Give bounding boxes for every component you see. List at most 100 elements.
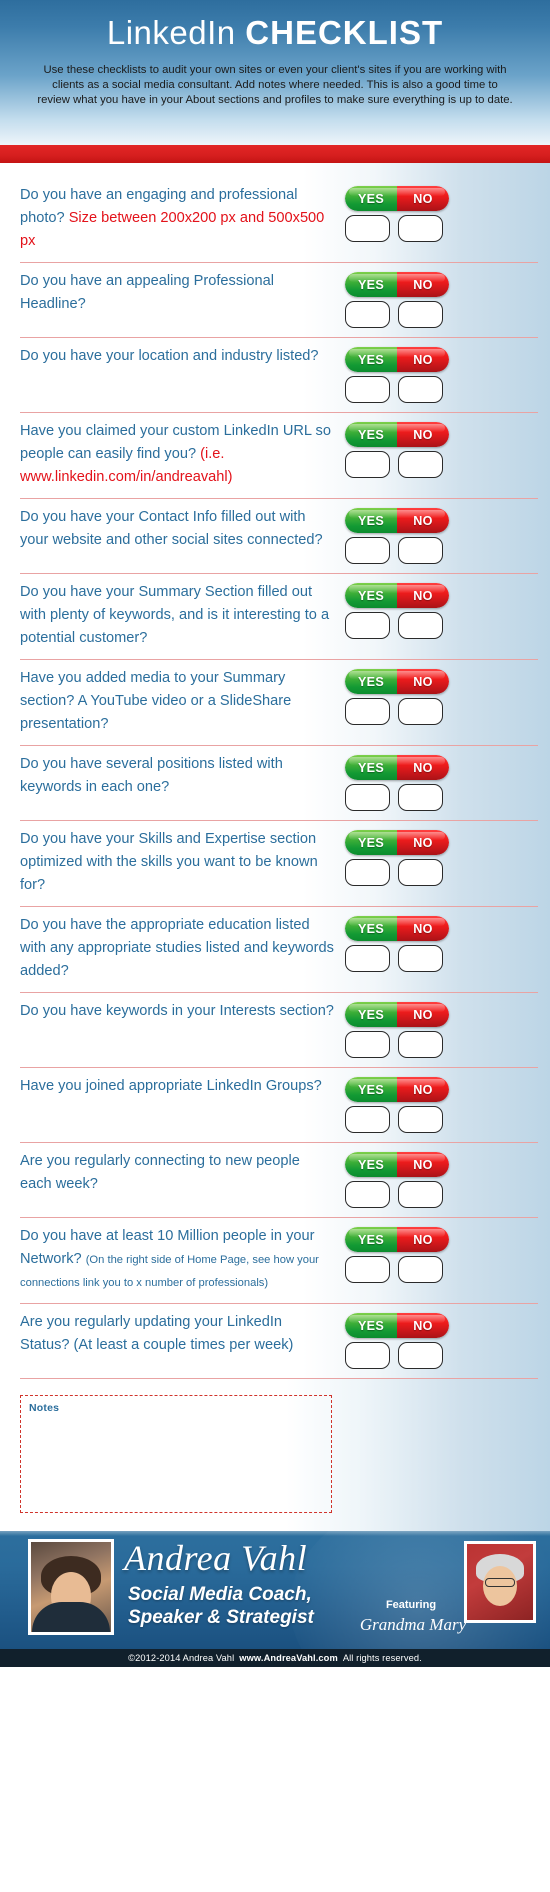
answer-controls: YES NO: [345, 506, 463, 564]
yes-checkbox[interactable]: [345, 537, 390, 564]
no-checkbox[interactable]: [398, 451, 443, 478]
yes-label: YES: [345, 422, 397, 447]
yes-no-pill: YES NO: [345, 583, 449, 608]
page-title-thin: LinkedIn: [106, 14, 236, 51]
notes-section: Notes: [0, 1379, 550, 1531]
yes-checkbox[interactable]: [345, 1181, 390, 1208]
question-main: Are you regularly updating your LinkedIn…: [20, 1314, 294, 1353]
no-checkbox[interactable]: [398, 1181, 443, 1208]
question-text: Do you have at least 10 Million people i…: [20, 1225, 345, 1294]
question-main: Have you joined appropriate LinkedIn Gro…: [20, 1078, 322, 1094]
yes-no-pill: YES NO: [345, 508, 449, 533]
answer-controls: YES NO: [345, 345, 463, 403]
brand-role-line2: Speaker & Strategist: [128, 1607, 314, 1628]
answer-controls: YES NO: [345, 753, 463, 811]
no-checkbox[interactable]: [398, 698, 443, 725]
no-checkbox[interactable]: [398, 784, 443, 811]
no-checkbox[interactable]: [398, 1342, 443, 1369]
question-text: Do you have an appealing Professional He…: [20, 270, 345, 316]
yes-checkbox[interactable]: [345, 451, 390, 478]
checkbox-pair: [345, 698, 463, 725]
brand-name: Andrea Vahl: [124, 1538, 308, 1578]
answer-controls: YES NO: [345, 1150, 463, 1208]
no-checkbox[interactable]: [398, 537, 443, 564]
no-checkbox[interactable]: [398, 1256, 443, 1283]
yes-no-pill: YES NO: [345, 1002, 449, 1027]
no-label: NO: [397, 916, 449, 941]
intro-paragraph: Use these checklists to audit your own s…: [37, 64, 513, 107]
checkbox-pair: [345, 859, 463, 886]
answer-controls: YES NO: [345, 914, 463, 972]
no-label: NO: [397, 1313, 449, 1338]
checkbox-pair: [345, 537, 463, 564]
no-checkbox[interactable]: [398, 215, 443, 242]
question-text: Have you added media to your Summary sec…: [20, 667, 345, 736]
question-text: Do you have the appropriate education li…: [20, 914, 345, 983]
answer-controls: YES NO: [345, 270, 463, 328]
question-main: Have you claimed your custom LinkedIn UR…: [20, 423, 331, 462]
yes-checkbox[interactable]: [345, 945, 390, 972]
question-main: Do you have your location and industry l…: [20, 348, 319, 364]
checkbox-pair: [345, 1031, 463, 1058]
checklist-item: Are you regularly connecting to new peop…: [20, 1143, 538, 1218]
checklist-item: Do you have at least 10 Million people i…: [20, 1218, 538, 1304]
checkbox-pair: [345, 1256, 463, 1283]
yes-checkbox[interactable]: [345, 215, 390, 242]
question-main: Do you have keywords in your Interests s…: [20, 1003, 334, 1019]
no-label: NO: [397, 1002, 449, 1027]
question-text: Do you have several positions listed wit…: [20, 753, 345, 799]
checklist-item: Do you have your Skills and Expertise se…: [20, 821, 538, 907]
no-label: NO: [397, 422, 449, 447]
header: LinkedIn CHECKLIST Use these checklists …: [0, 0, 550, 145]
yes-checkbox[interactable]: [345, 612, 390, 639]
checkbox-pair: [345, 1181, 463, 1208]
copyright-right: All rights reserved.: [342, 1653, 422, 1663]
checklist-items: Do you have an engaging and professional…: [0, 163, 550, 1379]
checklist-item: Have you added media to your Summary sec…: [20, 660, 538, 746]
no-checkbox[interactable]: [398, 1106, 443, 1133]
checklist-item: Have you joined appropriate LinkedIn Gro…: [20, 1068, 538, 1143]
answer-controls: YES NO: [345, 1311, 463, 1369]
yes-label: YES: [345, 755, 397, 780]
no-checkbox[interactable]: [398, 376, 443, 403]
yes-label: YES: [345, 1313, 397, 1338]
website-link[interactable]: www.AndreaVahl.com: [239, 1653, 338, 1663]
no-label: NO: [397, 755, 449, 780]
no-checkbox[interactable]: [398, 612, 443, 639]
yes-checkbox[interactable]: [345, 784, 390, 811]
yes-no-pill: YES NO: [345, 755, 449, 780]
yes-checkbox[interactable]: [345, 698, 390, 725]
answer-controls: YES NO: [345, 828, 463, 886]
yes-no-pill: YES NO: [345, 830, 449, 855]
yes-label: YES: [345, 583, 397, 608]
no-checkbox[interactable]: [398, 859, 443, 886]
yes-no-pill: YES NO: [345, 669, 449, 694]
yes-no-pill: YES NO: [345, 272, 449, 297]
checklist-item: Do you have your Contact Info filled out…: [20, 499, 538, 574]
no-checkbox[interactable]: [398, 301, 443, 328]
yes-checkbox[interactable]: [345, 859, 390, 886]
question-main: Do you have several positions listed wit…: [20, 756, 283, 795]
no-checkbox[interactable]: [398, 945, 443, 972]
checkbox-pair: [345, 376, 463, 403]
checklist-body: Do you have an engaging and professional…: [0, 163, 550, 1531]
checklist-item: Do you have the appropriate education li…: [20, 907, 538, 993]
yes-checkbox[interactable]: [345, 301, 390, 328]
no-label: NO: [397, 583, 449, 608]
no-label: NO: [397, 1077, 449, 1102]
copyright-bar: ©2012-2014 Andrea Vahl www.AndreaVahl.co…: [0, 1649, 550, 1667]
yes-no-pill: YES NO: [345, 186, 449, 211]
yes-checkbox[interactable]: [345, 1031, 390, 1058]
yes-checkbox[interactable]: [345, 376, 390, 403]
checkbox-pair: [345, 945, 463, 972]
no-label: NO: [397, 347, 449, 372]
yes-checkbox[interactable]: [345, 1106, 390, 1133]
notes-box[interactable]: Notes: [20, 1395, 332, 1513]
answer-controls: YES NO: [345, 1000, 463, 1058]
yes-checkbox[interactable]: [345, 1256, 390, 1283]
yes-checkbox[interactable]: [345, 1342, 390, 1369]
yes-label: YES: [345, 1002, 397, 1027]
yes-no-pill: YES NO: [345, 347, 449, 372]
no-checkbox[interactable]: [398, 1031, 443, 1058]
linkedin-checklist-infographic: LinkedIn CHECKLIST Use these checklists …: [0, 0, 550, 1892]
